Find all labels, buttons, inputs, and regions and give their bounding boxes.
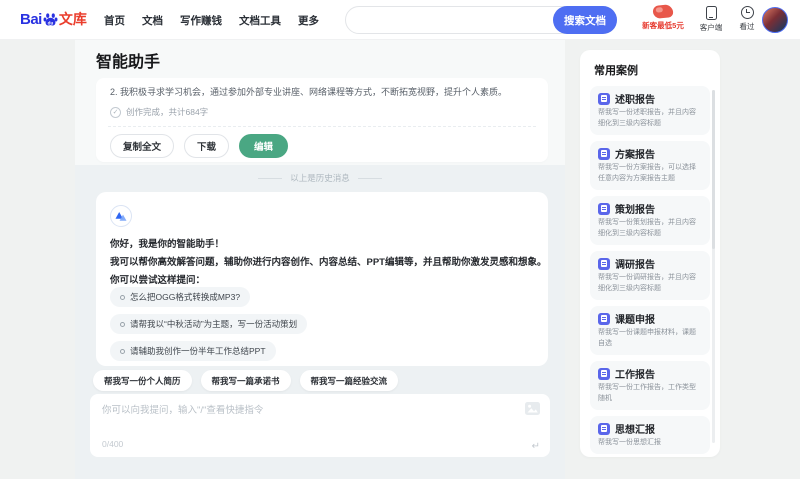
assistant-greeting: 你好，我是你的智能助手！ <box>110 239 225 250</box>
user-avatar[interactable] <box>762 7 788 33</box>
top-navbar: Bai du 文库 首页 文档 写作赚钱 文档工具 更多 搜索文档 新客最低5元… <box>0 0 800 40</box>
quick-prompt-experience[interactable]: 帮我写一篇经验交流 <box>299 370 399 391</box>
quick-prompt-commitment[interactable]: 帮我写一篇承诺书 <box>200 370 291 391</box>
sidebar-scrollbar[interactable] <box>712 90 715 443</box>
case-title: 方案报告 <box>615 150 655 161</box>
promo-label: 新客最低5元 <box>642 21 684 30</box>
enter-key-icon: ↵ <box>531 441 540 452</box>
client-app-entry[interactable]: 客户端 <box>696 5 726 33</box>
document-icon <box>598 92 610 105</box>
download-button[interactable]: 下载 <box>184 134 230 158</box>
prompt-input-card: 0/400 ↵ <box>90 394 550 457</box>
case-desc: 帮我写一份思想汇报 <box>598 439 661 446</box>
viewed-history-entry[interactable]: 看过 <box>734 5 760 32</box>
new-user-promo[interactable]: 新客最低5元 <box>638 3 688 31</box>
case-list: 述职报告 帮我写一份述职报告，并且内容细化到三级内容标题 方案报告 帮我写一份方… <box>590 86 710 460</box>
char-counter: 0/400 <box>102 439 124 449</box>
case-item-keti-shenbao[interactable]: 课题申报 帮我写一份课题申报材料，课题自选 <box>590 306 710 355</box>
logo-wenku-text: 文库 <box>58 11 87 27</box>
phone-icon <box>705 6 717 20</box>
nav-menu: 首页 文档 写作赚钱 文档工具 更多 <box>104 0 319 40</box>
bullet-icon <box>120 321 125 327</box>
generated-result-card: 2. 我积极寻求学习机会，通过参加外部专业讲座、网络课程等方式，不断拓宽视野，提… <box>96 78 548 162</box>
document-icon <box>598 257 610 270</box>
suggestion-chip-midautumn-plan[interactable]: 请帮我以“中秋活动”为主题，写一份活动策划 <box>110 314 308 334</box>
history-divider: 以上是历史消息 <box>75 172 565 184</box>
case-desc: 帮我写一份述职报告，并且内容细化到三级内容标题 <box>598 109 696 127</box>
case-desc: 帮我写一份调研报告，并且内容细化到三级内容标题 <box>598 274 696 292</box>
assistant-logo-icon <box>115 211 127 221</box>
assistant-message-bubble: 你好，我是你的智能助手！ 我可以帮你高效解答问题，辅助你进行内容创作、内容总结、… <box>96 192 548 366</box>
search-docs-button[interactable]: 搜索文档 <box>553 6 617 34</box>
result-actions: 复制全文 下载 编辑 <box>110 134 289 158</box>
nav-item-docs[interactable]: 文档 <box>142 13 163 28</box>
generation-status: ✓ 创作完成，共计684字 <box>110 106 208 118</box>
history-label: 看过 <box>739 22 755 31</box>
sidebar-scrollbar-thumb[interactable] <box>712 90 715 249</box>
document-icon <box>598 312 610 325</box>
baidu-wenku-logo[interactable]: Bai du 文库 <box>20 9 87 29</box>
case-desc: 帮我写一份策划报告，并且内容细化到三级内容标题 <box>598 219 696 237</box>
assistant-avatar <box>110 205 132 227</box>
case-desc: 帮我写一份工作报告，工作类型随机 <box>598 384 696 402</box>
sidebar-title: 常用案例 <box>594 65 638 77</box>
case-item-fangan-report[interactable]: 方案报告 帮我写一份方案报告，可以选择任意内容为方案报告主题 <box>590 141 710 190</box>
case-item-sixiang-huibao[interactable]: 思想汇报 帮我写一份思想汇报 <box>590 416 710 454</box>
case-item-cehua-report[interactable]: 策划报告 帮我写一份策划报告，并且内容细化到三级内容标题 <box>590 196 710 245</box>
search-bar: 搜索文档 <box>345 6 617 34</box>
nav-item-earn[interactable]: 写作赚钱 <box>180 13 222 28</box>
bullet-icon <box>120 294 125 300</box>
promo-gift-icon <box>652 3 674 20</box>
client-label: 客户端 <box>699 23 723 32</box>
generated-text-snippet: 2. 我积极寻求学习机会，通过参加外部专业讲座、网络课程等方式，不断拓宽视野，提… <box>110 87 508 97</box>
case-title: 思想汇报 <box>615 425 655 436</box>
case-desc: 帮我写一份课题申报材料，课题自选 <box>598 329 696 347</box>
nav-item-home[interactable]: 首页 <box>104 13 125 28</box>
nav-item-more[interactable]: 更多 <box>298 13 319 28</box>
suggestion-text: 请帮我以“中秋活动”为主题，写一份活动策划 <box>130 319 298 329</box>
suggestion-text: 请辅助我创作一份半年工作总结PPT <box>130 346 266 356</box>
logo-bai-text: Bai <box>20 10 42 28</box>
svg-text:du: du <box>48 20 54 25</box>
document-icon <box>598 202 610 215</box>
suggestion-text: 怎么把OGG格式转换成MP3? <box>130 292 241 302</box>
copy-all-button[interactable]: 复制全文 <box>110 134 175 158</box>
assistant-try-label: 你可以尝试这样提问： <box>110 275 206 286</box>
case-title: 课题申报 <box>615 315 655 326</box>
assistant-intro: 我可以帮你高效解答问题，辅助你进行内容创作、内容总结、PPT编辑等，并且帮助你激… <box>110 257 547 268</box>
case-desc: 帮我写一份方案报告，可以选择任意内容为方案报告主题 <box>598 164 696 182</box>
page-title: 智能助手 <box>96 54 161 71</box>
case-item-gongzuo-report[interactable]: 工作报告 帮我写一份工作报告，工作类型随机 <box>590 361 710 410</box>
common-cases-sidebar: 常用案例 述职报告 帮我写一份述职报告，并且内容细化到三级内容标题 方案报告 帮… <box>580 50 720 457</box>
card-separator <box>108 126 536 127</box>
nav-item-tools[interactable]: 文档工具 <box>239 13 281 28</box>
image-upload-icon[interactable] <box>525 402 540 415</box>
prompt-input[interactable] <box>102 402 507 434</box>
case-item-shuzhi-report[interactable]: 述职报告 帮我写一份述职报告，并且内容细化到三级内容标题 <box>590 86 710 135</box>
quick-prompt-row: 帮我写一份个人简历 帮我写一篇承诺书 帮我写一篇经验交流 <box>93 370 399 391</box>
quick-prompt-resume[interactable]: 帮我写一份个人简历 <box>93 370 192 391</box>
suggestion-list: 怎么把OGG格式转换成MP3? 请帮我以“中秋活动”为主题，写一份活动策划 请辅… <box>110 287 308 361</box>
baidu-paw-icon: du <box>43 12 58 27</box>
case-title: 策划报告 <box>615 205 655 216</box>
case-title: 调研报告 <box>615 260 655 271</box>
document-icon <box>598 422 610 435</box>
clock-icon <box>740 6 754 19</box>
suggestion-chip-halfyear-ppt[interactable]: 请辅助我创作一份半年工作总结PPT <box>110 341 276 361</box>
check-circle-icon: ✓ <box>110 106 121 118</box>
status-text: 创作完成，共计684字 <box>126 107 209 117</box>
document-icon <box>598 367 610 380</box>
case-item-diaoyan-report[interactable]: 调研报告 帮我写一份调研报告，并且内容细化到三级内容标题 <box>590 251 710 300</box>
case-title: 工作报告 <box>615 370 655 381</box>
suggestion-chip-ogg-mp3[interactable]: 怎么把OGG格式转换成MP3? <box>110 287 251 307</box>
document-icon <box>598 147 610 160</box>
edit-button[interactable]: 编辑 <box>239 134 289 158</box>
bullet-icon <box>120 348 125 354</box>
case-title: 述职报告 <box>615 95 655 106</box>
